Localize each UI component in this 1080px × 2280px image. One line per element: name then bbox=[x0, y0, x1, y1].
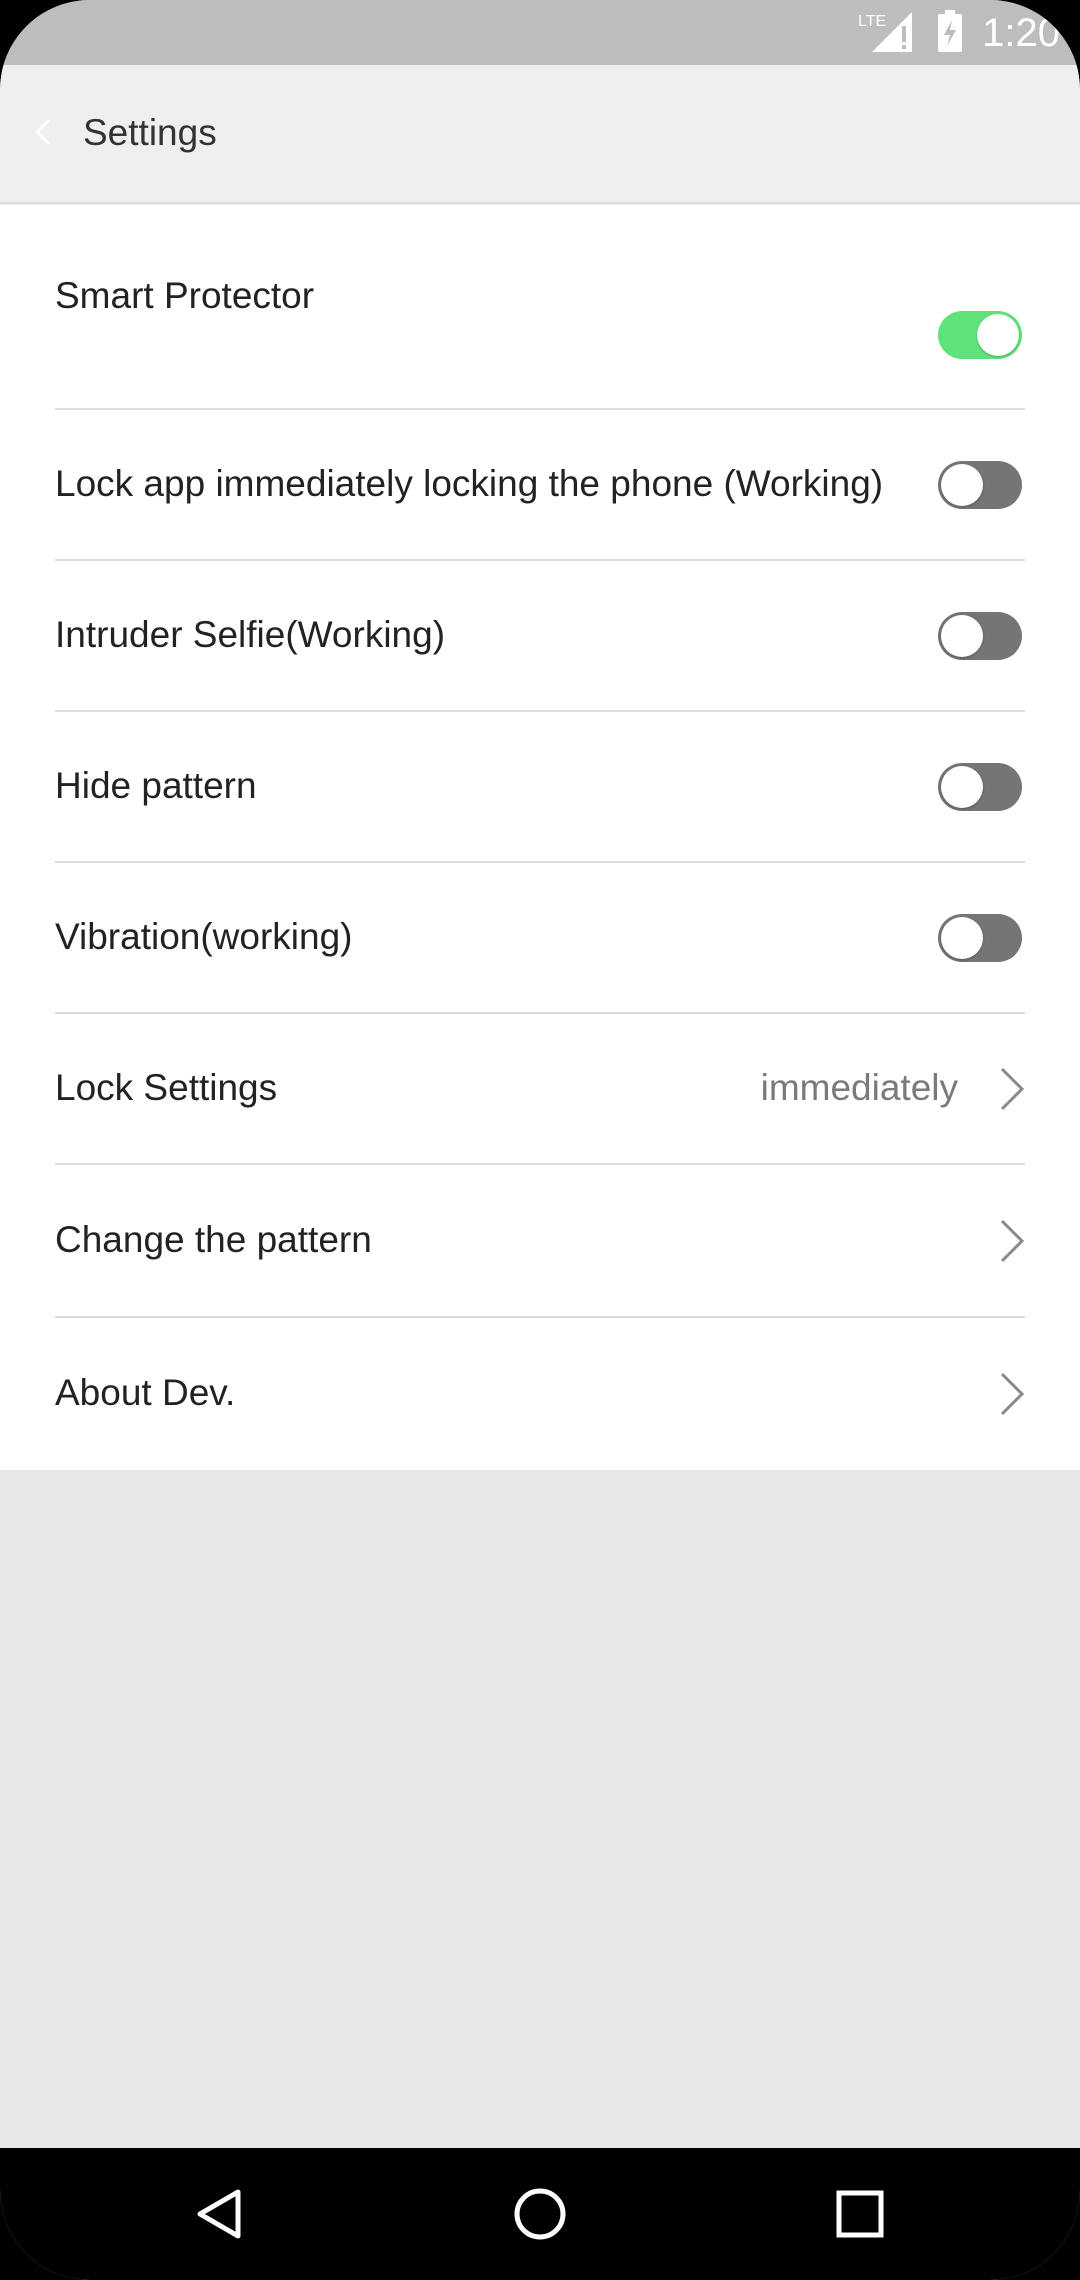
status-time: 1:20 bbox=[982, 11, 1060, 55]
lte-signal-icon: LTE bbox=[858, 8, 918, 59]
lock-settings-value: immediately bbox=[760, 1067, 958, 1108]
network-label: LTE bbox=[858, 13, 886, 30]
app-header: Settings bbox=[0, 65, 1080, 204]
smart-protector-toggle[interactable] bbox=[938, 311, 1022, 359]
setting-label: Lock Settings bbox=[55, 1067, 278, 1108]
setting-label: Hide pattern bbox=[55, 765, 257, 806]
setting-label: About Dev. bbox=[55, 1372, 236, 1413]
status-icons: LTE 1:20 bbox=[858, 8, 1060, 58]
lock-app-immediately-toggle[interactable] bbox=[938, 461, 1022, 509]
intruder-selfie-toggle[interactable] bbox=[938, 612, 1022, 660]
toggle-knob bbox=[977, 314, 1019, 356]
settings-list: Smart Protector Lock app immediately loc… bbox=[0, 205, 1080, 1470]
chevron-right-icon bbox=[990, 1362, 1030, 1426]
chevron-right-icon bbox=[990, 1209, 1030, 1273]
back-triangle-icon[interactable] bbox=[180, 2174, 260, 2254]
setting-smart-protector[interactable]: Smart Protector bbox=[0, 205, 1080, 410]
page-title: Settings bbox=[83, 112, 217, 153]
recents-square-icon[interactable] bbox=[820, 2174, 900, 2254]
setting-label: Lock app immediately locking the phone (… bbox=[55, 463, 884, 504]
phone-screen: LTE 1:20 Settings Smart Protector Lock a… bbox=[0, 0, 1080, 2280]
hide-pattern-toggle[interactable] bbox=[938, 763, 1022, 811]
chevron-left-icon[interactable] bbox=[18, 107, 68, 157]
home-circle-icon[interactable] bbox=[500, 2174, 580, 2254]
setting-label: Smart Protector bbox=[55, 275, 315, 316]
setting-lock-app-immediately[interactable]: Lock app immediately locking the phone (… bbox=[0, 410, 1080, 561]
setting-label: Intruder Selfie(Working) bbox=[55, 614, 446, 655]
toggle-knob bbox=[941, 615, 983, 657]
battery-charging-icon bbox=[936, 8, 964, 59]
toggle-knob bbox=[941, 464, 983, 506]
navigation-bar bbox=[0, 2148, 1080, 2280]
chevron-right-icon bbox=[990, 1057, 1030, 1121]
setting-label: Change the pattern bbox=[55, 1219, 372, 1260]
setting-label: Vibration(working) bbox=[55, 916, 353, 957]
setting-vibration[interactable]: Vibration(working) bbox=[0, 863, 1080, 1014]
vibration-toggle[interactable] bbox=[938, 914, 1022, 962]
setting-lock-settings[interactable]: Lock Settings immediately bbox=[0, 1014, 1080, 1165]
setting-hide-pattern[interactable]: Hide pattern bbox=[0, 712, 1080, 863]
toggle-knob bbox=[941, 766, 983, 808]
setting-about-dev[interactable]: About Dev. bbox=[0, 1318, 1080, 1470]
setting-change-pattern[interactable]: Change the pattern bbox=[0, 1165, 1080, 1318]
setting-intruder-selfie[interactable]: Intruder Selfie(Working) bbox=[0, 561, 1080, 712]
status-bar: LTE 1:20 bbox=[0, 0, 1080, 65]
toggle-knob bbox=[941, 917, 983, 959]
